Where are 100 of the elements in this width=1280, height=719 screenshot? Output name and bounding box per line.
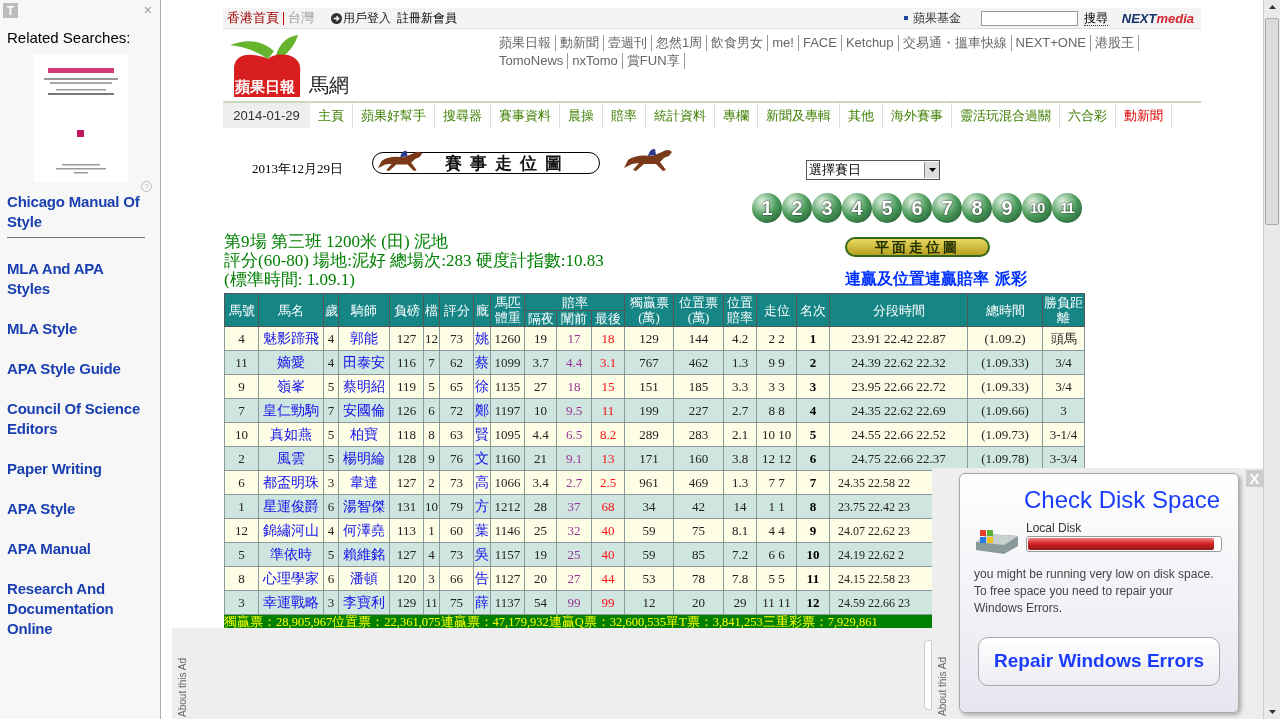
nav-tab[interactable]: 賠率 xyxy=(603,103,646,128)
related-search-link[interactable]: Council Of Science Editors xyxy=(7,399,149,439)
section-title: 馬網 xyxy=(309,75,349,95)
repair-button[interactable]: Repair Windows Errors xyxy=(978,637,1220,686)
table-cell-text: 7 xyxy=(326,402,336,420)
table-cell-text: 3 xyxy=(237,594,246,612)
login-link[interactable]: 用戶登入 xyxy=(343,9,391,27)
login-icon xyxy=(331,12,342,24)
related-search-link[interactable]: APA Style Guide xyxy=(7,359,149,379)
table-cell-text: 2.5 xyxy=(598,474,618,492)
table-cell-text: 潘頓 xyxy=(349,569,379,588)
site-link[interactable]: 港股王 xyxy=(1091,35,1139,51)
table-cell-text: 1197 xyxy=(493,402,522,420)
table-cell-text: 1146 xyxy=(493,522,522,540)
nav-tab[interactable]: 搜尋器 xyxy=(435,103,491,128)
table-cell-text: 2.1 xyxy=(730,426,750,444)
nav-tab[interactable]: 新聞及專輯 xyxy=(758,103,840,128)
table-cell-text: 8.2 xyxy=(598,426,618,444)
site-link[interactable]: me! xyxy=(768,35,799,51)
column-header: 名次 xyxy=(796,293,830,327)
site-link[interactable]: 交易通・搵車快線 xyxy=(898,35,1012,51)
site-link[interactable]: FACE xyxy=(798,35,842,51)
table-cell-text: 6 xyxy=(237,474,246,492)
table-cell-text: 19 xyxy=(533,330,548,348)
table-cell-text: 73 xyxy=(449,474,464,492)
site-link[interactable]: 飲食男女 xyxy=(707,35,769,51)
site-link[interactable]: nxTomo xyxy=(568,53,623,69)
table-cell-text: 錦繡河山 xyxy=(262,521,320,540)
site-link[interactable]: 賞FUN享 xyxy=(622,53,685,69)
table-cell-text: 真如燕 xyxy=(269,425,313,444)
nav-tab[interactable]: 統計資料 xyxy=(646,103,715,128)
table-cell-text: 73 xyxy=(449,330,464,348)
related-search-link[interactable]: APA Manual xyxy=(7,539,149,559)
table-cell-text: 5 xyxy=(326,450,336,468)
table-cell-text: 賢 xyxy=(474,425,490,444)
site-link[interactable]: NEXT+ONE xyxy=(1011,35,1091,51)
column-header: 勝負距離 xyxy=(1042,293,1085,327)
site-link[interactable]: 動新聞 xyxy=(556,35,604,51)
table-cell-text: 127 xyxy=(395,330,418,348)
table-cell-text: 2.7 xyxy=(730,402,750,420)
nav-tab[interactable]: 賽事資料 xyxy=(491,103,560,128)
table-cell-text: 25 xyxy=(533,522,548,540)
scroll-up-icon[interactable] xyxy=(1268,5,1276,9)
table-cell-text: 17 xyxy=(566,330,582,348)
home-link[interactable]: 香港首頁 xyxy=(227,8,279,28)
nav-tab[interactable]: 專欄 xyxy=(715,103,758,128)
sidebar-title: Related Searches: xyxy=(6,28,132,48)
table-cell-text: 151 xyxy=(638,378,660,396)
ad-info-link[interactable]: About this Ad xyxy=(175,658,190,717)
race-chart-banner[interactable]: 賽事走位圖 xyxy=(372,152,600,174)
table-cell-text: 3 xyxy=(326,474,336,492)
register-link[interactable]: 註冊新會員 xyxy=(397,9,457,27)
table-cell-text: 心理學家 xyxy=(262,569,320,588)
ad-info-link[interactable]: About this Ad xyxy=(935,657,950,716)
table-cell-text: 賴維銘 xyxy=(342,545,386,564)
site-link[interactable]: Ketchup xyxy=(841,35,899,51)
search-field[interactable] xyxy=(980,10,1078,26)
nav-tab[interactable]: 蘋果好幫手 xyxy=(353,103,435,128)
table-cell-text: 高 xyxy=(474,473,490,492)
column-header: 走位 xyxy=(756,293,797,327)
table-cell-text: 1099 xyxy=(493,354,522,372)
table-cell-text: 4 xyxy=(326,330,336,348)
table-cell-text: 767 xyxy=(638,354,660,372)
scrollbar[interactable] xyxy=(1263,0,1280,719)
scroll-down-icon[interactable] xyxy=(1268,710,1276,714)
table-cell-text: 1127 xyxy=(493,570,522,588)
foundation-link[interactable]: 蘋果基金 xyxy=(912,9,961,27)
nav-tab[interactable]: 六合彩 xyxy=(1060,103,1116,128)
race-day-select[interactable]: 選擇賽日 xyxy=(806,160,940,180)
scrollbar-thumb[interactable] xyxy=(1265,18,1279,225)
nav-tab[interactable]: 主頁 xyxy=(310,103,353,128)
nav-tab[interactable]: 晨操 xyxy=(560,103,603,128)
related-search-link[interactable]: MLA Style xyxy=(7,319,149,339)
site-link[interactable]: 蘋果日報 xyxy=(495,35,556,51)
site-link[interactable]: 忽然1周 xyxy=(652,35,708,51)
table-cell-text: 4 xyxy=(427,546,436,564)
nav-tab[interactable]: 其他 xyxy=(840,103,883,128)
table-cell-text: 1066 xyxy=(493,474,522,492)
nav-tab[interactable]: 海外賽事 xyxy=(883,103,952,128)
table-cell-text: 9 9 xyxy=(767,354,786,372)
search-link[interactable]: 搜尋 xyxy=(1083,10,1108,26)
table-cell-text: 24.35 22.62 22.69 xyxy=(850,402,947,420)
site-link[interactable]: 壹週刊 xyxy=(604,35,652,51)
ad-frame xyxy=(924,640,932,710)
table-cell-text: 1137 xyxy=(493,594,522,612)
odds-link[interactable]: 派彩 xyxy=(995,267,1027,291)
table-cell-text: 23.75 22.42 23 xyxy=(837,498,911,516)
related-search-link[interactable]: APA Style xyxy=(7,499,149,519)
related-search-link[interactable]: Research And Documentation Online xyxy=(7,579,149,639)
table-cell-text: 1135 xyxy=(493,378,522,396)
nav-tab[interactable]: 動新聞 xyxy=(1116,103,1172,128)
related-search-link[interactable]: MLA And APA Styles xyxy=(7,259,149,299)
related-search-link[interactable]: Paper Writing xyxy=(7,459,149,479)
table-cell-text: 59 xyxy=(641,546,657,564)
table-cell-text: 20 xyxy=(533,570,548,588)
site-link[interactable]: TomoNews xyxy=(495,53,569,69)
flat-chart-button[interactable]: 平面走位圖 xyxy=(845,237,990,257)
nav-tab[interactable]: 靈活玩混合過關 xyxy=(952,103,1060,128)
related-search-link[interactable]: Chicago Manual Of Style xyxy=(7,192,149,232)
odds-link[interactable]: 連贏及位置連贏賠率 xyxy=(845,267,989,291)
